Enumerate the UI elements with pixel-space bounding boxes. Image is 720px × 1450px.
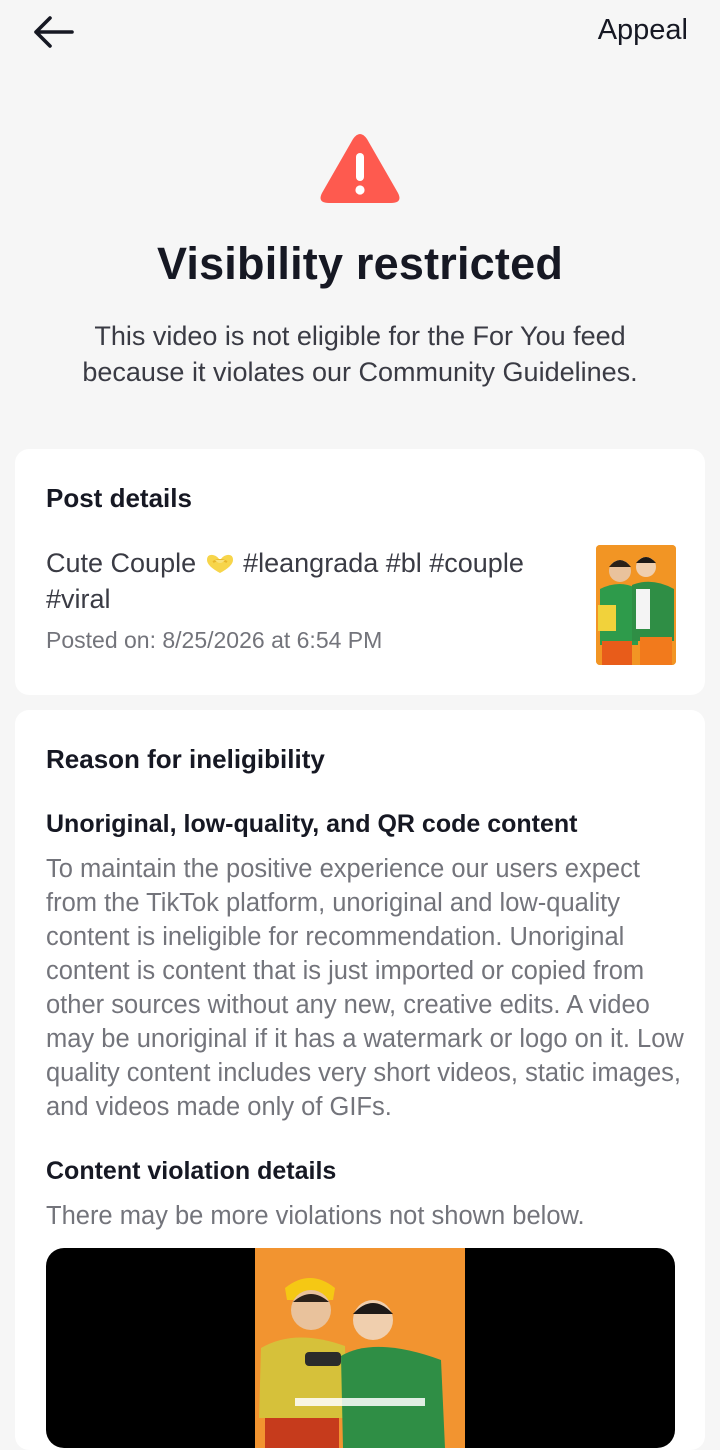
status-description: This video is not eligible for the For Y… — [82, 321, 638, 387]
arrow-left-icon — [34, 16, 74, 48]
appeal-button[interactable]: Appeal — [598, 14, 688, 47]
video-preview[interactable] — [46, 1248, 675, 1448]
posted-on-text: Posted on: 8/25/2026 at 6:54 PM — [46, 627, 383, 653]
violation-explanation: To maintain the positive experience our … — [46, 855, 684, 1121]
warning-triangle-icon — [320, 134, 400, 203]
caption-text-start: Cute Couple — [46, 548, 204, 578]
post-details-card[interactable]: Post details Cute Couple #leangrada #bl … — [15, 449, 705, 695]
violation-category: Unoriginal, low-quality, and QR code con… — [46, 810, 578, 838]
heart-hands-emoji — [206, 554, 233, 573]
violation-note: There may be more violations not shown b… — [46, 1202, 585, 1230]
thumbnail-image — [596, 545, 676, 665]
reason-card: Reason for ineligibility Unoriginal, low… — [15, 710, 705, 1450]
content-violation-heading: Content violation details — [46, 1157, 337, 1185]
back-button[interactable] — [28, 10, 78, 54]
video-frame-image — [255, 1248, 465, 1448]
page-title: Visibility restricted — [156, 238, 564, 289]
post-caption: Cute Couple #leangrada #bl #couple #vira… — [46, 545, 586, 617]
top-bar: Appeal — [0, 0, 720, 66]
video-frame — [255, 1248, 465, 1448]
post-thumbnail[interactable] — [596, 545, 676, 665]
reason-heading: Reason for ineligibility — [46, 744, 325, 774]
post-details-heading: Post details — [46, 483, 192, 513]
